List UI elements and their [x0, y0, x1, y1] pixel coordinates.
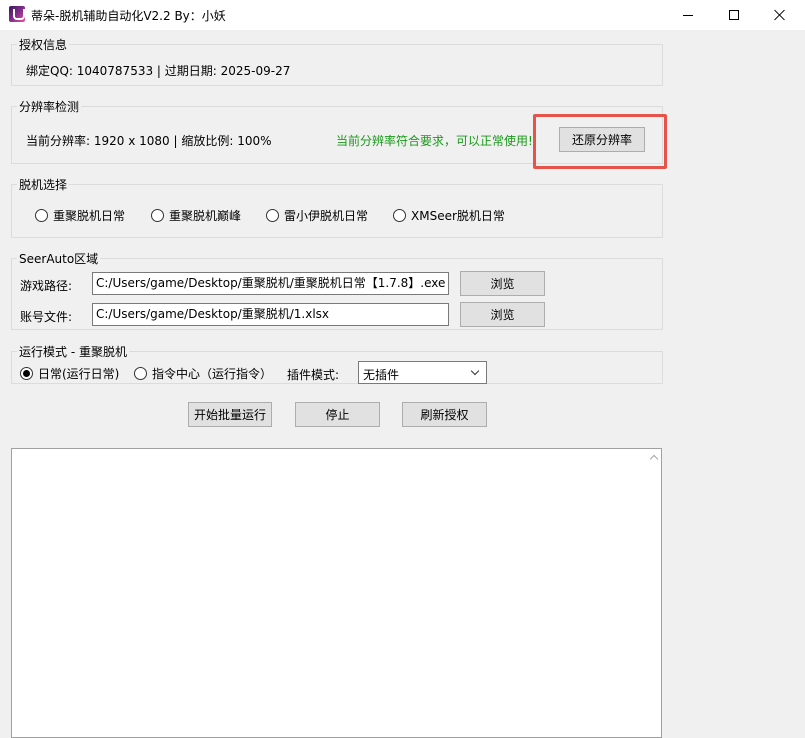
seerauto-legend: SeerAuto区域 — [19, 252, 99, 266]
radio-circle — [393, 209, 406, 222]
scroll-up-icon[interactable] — [650, 454, 658, 462]
radio-label: 重聚脱机巅峰 — [169, 209, 242, 223]
account-file-label: 账号文件: — [20, 310, 73, 324]
auth-info-text: 绑定QQ: 1040787533 | 过期日期: 2025-09-27 — [26, 64, 291, 78]
radio-run-daily[interactable]: 日常(运行日常) — [20, 365, 119, 382]
chevron-down-icon — [470, 366, 480, 376]
refresh-auth-button[interactable]: 刷新授权 — [402, 402, 487, 427]
browse-game-path-button[interactable]: 浏览 — [460, 271, 545, 296]
stop-button[interactable]: 停止 — [295, 402, 380, 427]
mode-select-legend: 脱机选择 — [19, 178, 68, 192]
radio-circle — [134, 367, 147, 380]
plugin-mode-value: 无插件 — [363, 368, 400, 382]
radio-label: XMSeer脱机日常 — [411, 209, 505, 223]
game-path-input[interactable]: C:/Users/game/Desktop/重聚脱机/重聚脱机日常【1.7.8】… — [92, 272, 449, 295]
radio-leixiaoyi-daily[interactable]: 雷小伊脱机日常 — [266, 207, 368, 224]
radio-circle — [266, 209, 279, 222]
radio-reunion-peak[interactable]: 重聚脱机巅峰 — [151, 207, 241, 224]
app-icon — [9, 6, 25, 22]
radio-label: 指令中心（运行指令） — [152, 367, 273, 381]
radio-circle — [35, 209, 48, 222]
radio-label: 日常(运行日常) — [38, 367, 120, 381]
auth-legend: 授权信息 — [19, 38, 68, 52]
minimize-button[interactable] — [665, 0, 711, 30]
start-batch-button[interactable]: 开始批量运行 — [188, 402, 272, 427]
radio-run-command[interactable]: 指令中心（运行指令） — [134, 365, 272, 382]
resolution-status-text: 当前分辨率符合要求，可以正常使用! — [336, 134, 533, 148]
radio-circle-selected — [20, 367, 33, 380]
radio-reunion-daily[interactable]: 重聚脱机日常 — [35, 207, 125, 224]
minimize-icon — [683, 14, 693, 16]
game-path-label: 游戏路径: — [20, 279, 73, 293]
maximize-icon — [729, 10, 739, 20]
radio-circle — [151, 209, 164, 222]
radio-xmseer-daily[interactable]: XMSeer脱机日常 — [393, 207, 505, 224]
log-textarea[interactable] — [11, 448, 662, 738]
account-file-input[interactable]: C:/Users/game/Desktop/重聚脱机/1.xlsx — [92, 303, 449, 326]
close-button[interactable] — [757, 0, 803, 30]
title-bar: 蒂朵-脱机辅助自动化V2.2 By：小妖 — [0, 0, 805, 30]
plugin-mode-select[interactable]: 无插件 — [358, 361, 487, 384]
resolution-legend: 分辨率检测 — [19, 100, 80, 114]
window-title: 蒂朵-脱机辅助自动化V2.2 By：小妖 — [31, 9, 226, 23]
browse-account-file-button[interactable]: 浏览 — [460, 302, 545, 327]
restore-resolution-button[interactable]: 还原分辨率 — [559, 127, 645, 152]
run-mode-legend: 运行模式 - 重聚脱机 — [19, 345, 127, 359]
current-resolution-text: 当前分辨率: 1920 x 1080 | 缩放比例: 100% — [26, 134, 272, 148]
plugin-mode-label: 插件模式: — [287, 368, 340, 382]
radio-label: 重聚脱机日常 — [53, 209, 126, 223]
close-icon — [774, 9, 786, 21]
radio-label: 雷小伊脱机日常 — [284, 209, 369, 223]
maximize-button[interactable] — [711, 0, 757, 30]
